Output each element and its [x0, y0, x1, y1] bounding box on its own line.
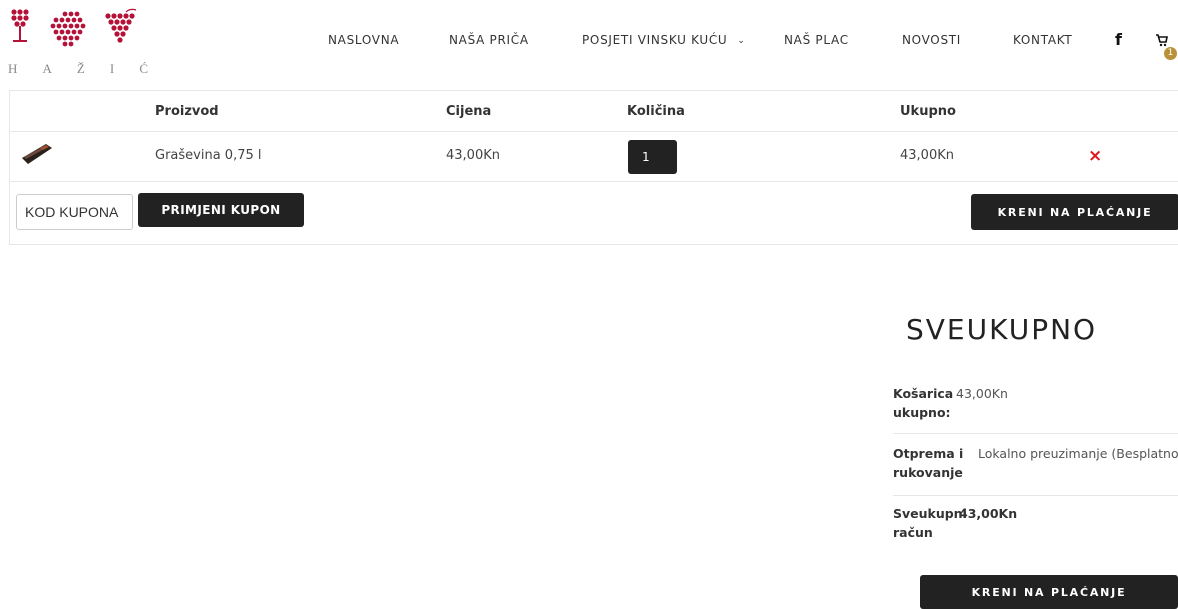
subtotal-value: 43,00Kn [956, 386, 1008, 401]
grand-total-label-line: račun [893, 525, 933, 540]
nav-item-naslovna[interactable]: NASLOVNA [328, 33, 399, 47]
cart-actions: PRIMJENI KUPON KRENI NA PLAĆANJE [10, 182, 1178, 244]
logo-letter: Ž [76, 61, 85, 76]
facebook-icon[interactable]: f [1115, 30, 1122, 49]
cart-table: Proizvod Cijena Količina Ukupno Graševin… [9, 90, 1178, 245]
hazic-logo[interactable]: H A Ž I Ć [8, 8, 148, 78]
apply-coupon-button[interactable]: PRIMJENI KUPON [138, 193, 304, 227]
nav-item-kontakt[interactable]: KONTAKT [1013, 33, 1072, 47]
product-thumbnail[interactable] [22, 140, 52, 164]
logo-letter: Ć [139, 61, 148, 76]
cart-table-header: Proizvod Cijena Količina Ukupno [10, 90, 1178, 132]
chevron-down-icon: ⌄ [737, 36, 746, 46]
grand-total-row: Sveukupni račun 43,00Kn [893, 504, 1178, 546]
grand-total-value: 43,00Kn [959, 506, 1018, 521]
site-header: H A Ž I Ć NASLOVNA NAŠA PRIČA POSJETI VI… [0, 0, 1178, 88]
coupon-code-input[interactable] [16, 194, 133, 230]
grand-total-label: Sveukupni račun [893, 504, 967, 542]
remove-item-icon[interactable]: × [1088, 146, 1102, 166]
shipping-label: Otprema i rukovanje [893, 444, 963, 482]
checkout-button[interactable]: KRENI NA PLAĆANJE [971, 194, 1178, 230]
quantity-input[interactable] [628, 140, 677, 174]
column-header-price: Cijena [446, 104, 492, 119]
grand-total-label-line: Sveukupni [893, 506, 967, 521]
column-header-total: Ukupno [900, 104, 956, 119]
product-price: 43,00Kn [446, 148, 500, 163]
cart-button[interactable]: 1 [1156, 34, 1178, 64]
cart-totals: SVEUKUPNO Košarica ukupno: 43,00Kn Otprem… [893, 308, 1178, 609]
table-row: Graševina 0,75 l 43,00Kn 43,00Kn × [10, 132, 1178, 182]
product-name-link[interactable]: Graševina 0,75 l [155, 148, 262, 163]
logo-wordmark: H A Ž I Ć [8, 61, 148, 77]
logo-letter: H [8, 61, 18, 76]
subtotal-label-line: Košarica [893, 386, 954, 401]
nav-item-nasa-prica[interactable]: NAŠA PRIČA [449, 33, 529, 47]
grape-logo-icon [11, 8, 137, 47]
shipping-row: Otprema i rukovanje Lokalno preuzimanje (… [893, 444, 1178, 496]
nav-item-nas-plac[interactable]: NAŠ PLAC [784, 33, 849, 47]
column-header-product: Proizvod [155, 104, 219, 119]
cart-totals-title: SVEUKUPNO [906, 313, 1098, 346]
subtotal-row: Košarica ukupno: 43,00Kn [893, 384, 1178, 434]
shipping-label-line: rukovanje [893, 465, 963, 480]
shipping-label-line: Otprema i [893, 446, 964, 461]
nav-item-posjeti-vinsku-kucu[interactable]: POSJETI VINSKU KUĆU ⌄ [582, 33, 746, 47]
product-line-total: 43,00Kn [900, 148, 954, 163]
nav-item-novosti[interactable]: NOVOSTI [902, 33, 961, 47]
shipping-value: Lokalno preuzimanje (Besplatno) [978, 446, 1178, 461]
logo-letter: A [42, 61, 52, 76]
column-header-quantity: Količina [627, 104, 685, 119]
subtotal-label: Košarica ukupno: [893, 384, 953, 422]
nav-item-label: POSJETI VINSKU KUĆU [582, 33, 728, 47]
logo-letter: I [109, 61, 115, 76]
cart-icon [1156, 34, 1168, 47]
proceed-to-checkout-button[interactable]: KRENI NA PLAĆANJE [920, 575, 1178, 609]
subtotal-label-line: ukupno: [893, 405, 951, 420]
cart-count-badge: 1 [1164, 47, 1177, 60]
